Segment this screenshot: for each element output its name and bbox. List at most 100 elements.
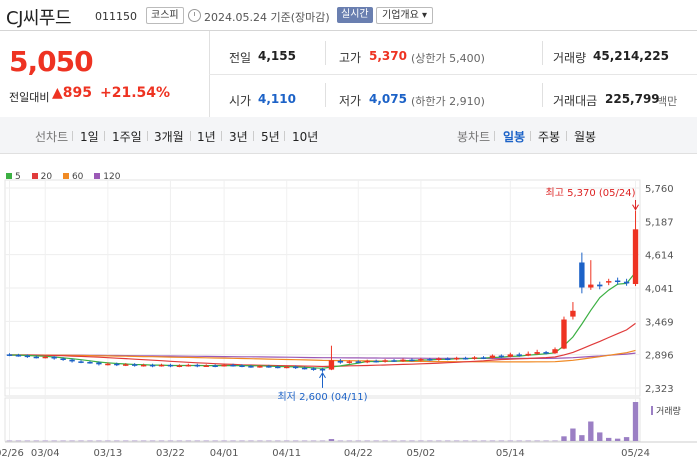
volume-bar: [275, 440, 281, 442]
volume-bar: [346, 440, 353, 442]
volume-bar: [15, 440, 22, 442]
candle: [114, 363, 120, 366]
candle: [516, 354, 522, 356]
candle: [194, 364, 200, 367]
candle: [33, 356, 39, 359]
volume-bar: [230, 440, 236, 442]
volume-bar: [257, 440, 263, 442]
candle: [15, 355, 22, 357]
candle: [239, 365, 245, 367]
x-tick-label: 04/11: [272, 448, 301, 459]
candle: [588, 284, 594, 288]
price-chart[interactable]: 5,760 5,187 4,614 4,041 3,469 2,896 2,323 02/26…: [0, 0, 697, 464]
candle: [436, 358, 442, 360]
volume-bar: [33, 440, 39, 442]
volume-bar: [588, 421, 594, 441]
candle: [382, 360, 388, 362]
candle: [266, 366, 272, 368]
y-tick-label: 2,323: [645, 384, 674, 395]
volume-bar: [543, 440, 549, 442]
volume-bar: [471, 440, 478, 442]
candle: [176, 365, 183, 367]
candle: [185, 364, 192, 367]
candle: [453, 357, 460, 360]
candle: [105, 363, 111, 366]
candle: [462, 357, 469, 360]
x-tick-label: 02/26: [0, 448, 24, 459]
x-tick-label: 05/24: [621, 448, 650, 459]
volume-bar: [42, 440, 48, 442]
volume-bar: [632, 402, 639, 441]
candle: [409, 359, 415, 362]
candle: [78, 361, 84, 363]
volume-bar: [400, 440, 406, 442]
candle: [525, 353, 531, 356]
volume-bar: [579, 435, 585, 441]
candle: [480, 357, 487, 359]
candle: [498, 355, 505, 358]
volume-bar: [498, 440, 505, 442]
x-tick-label: 04/01: [210, 448, 239, 459]
candle: [597, 284, 603, 287]
volume-bar: [87, 440, 93, 442]
volume-bar: [552, 440, 558, 442]
volume-bar: [337, 440, 344, 442]
y-tick-label: 4,614: [645, 251, 674, 262]
candle: [507, 354, 513, 357]
volume-bar: [292, 440, 299, 442]
volume-bar: [239, 440, 245, 442]
candle: [230, 364, 236, 367]
candle: [140, 364, 147, 367]
volume-bar: [194, 440, 200, 442]
candle: [132, 364, 138, 366]
y-tick-label: 4,041: [645, 284, 674, 295]
candle: [167, 364, 174, 367]
candle: [275, 366, 281, 369]
candle: [391, 360, 397, 362]
candle: [623, 281, 630, 284]
volume-bar: [301, 440, 308, 442]
candle: [69, 359, 75, 362]
low-annotation: 최저 2,600 (04/11): [277, 391, 367, 403]
volume-bar: [427, 440, 433, 442]
candle: [614, 280, 621, 283]
volume-bar: [570, 428, 576, 441]
candle: [60, 358, 66, 360]
candle: [158, 364, 165, 367]
candle: [606, 281, 612, 283]
volume-bar: [51, 440, 57, 442]
volume-bar: [96, 440, 102, 442]
candle: [221, 364, 227, 367]
candle: [87, 361, 93, 364]
volume-bar: [480, 440, 487, 442]
volume-bar: [391, 440, 397, 442]
candle: [427, 359, 433, 361]
volume-bar: [507, 440, 513, 442]
candle: [400, 359, 406, 362]
candle: [292, 366, 299, 369]
candle: [471, 357, 478, 359]
volume-bar: [453, 440, 460, 442]
volume-bar: [203, 440, 209, 442]
candle: [355, 361, 361, 363]
candle: [418, 359, 424, 361]
candle: [632, 229, 639, 285]
x-tick-label: 05/14: [496, 448, 525, 459]
volume-bar: [167, 440, 174, 442]
candle: [552, 349, 558, 354]
x-tick-label: 03/04: [31, 448, 60, 459]
candle: [328, 360, 335, 370]
candle: [445, 358, 451, 360]
candle: [248, 366, 254, 368]
candle: [570, 310, 576, 317]
x-tick-label: 03/22: [156, 448, 185, 459]
high-annotation: 최고 5,370 (05/24): [546, 187, 636, 199]
volume-bar: [418, 440, 424, 442]
volume-bar: [516, 440, 522, 442]
volume-panel: [4, 397, 641, 442]
volume-bar: [606, 437, 612, 441]
volume-bar: [355, 440, 361, 442]
volume-legend-swatch: [651, 406, 653, 415]
volume-bar: [623, 437, 630, 441]
volume-bar: [221, 440, 227, 442]
